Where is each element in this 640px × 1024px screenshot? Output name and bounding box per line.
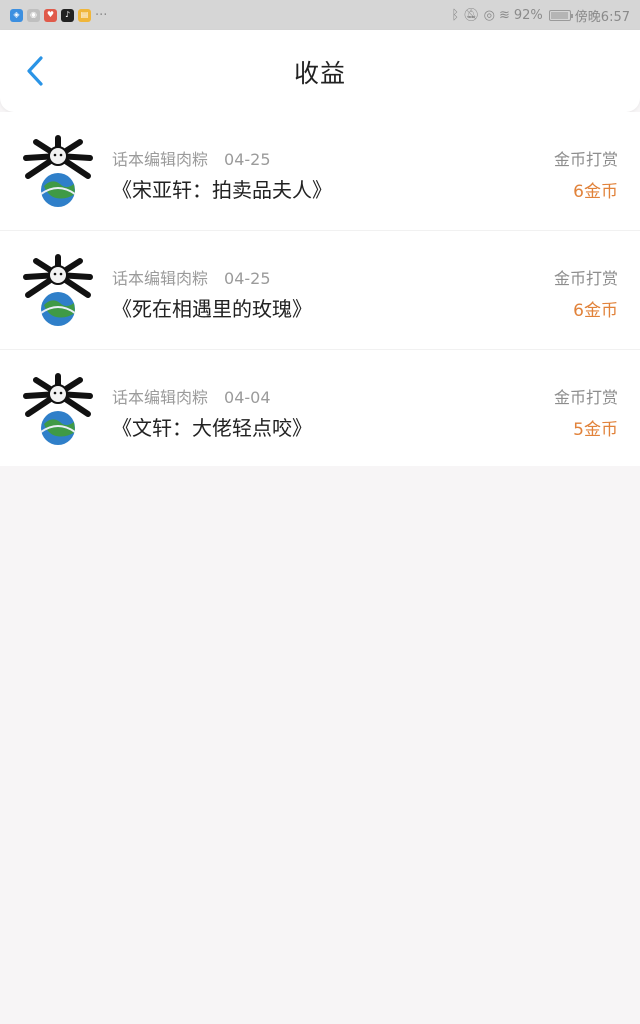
battery-percent: 92% — [513, 7, 543, 23]
book-title: 《宋亚轩：拍卖品夫人》 — [112, 178, 332, 202]
item-date: 04-04 — [224, 388, 271, 407]
earning-kind: 金币打赏 — [553, 269, 618, 288]
bluetooth-icon: ᛒ — [451, 7, 460, 23]
status-bar: ◈ ◉ ♥ ♪ ▤ ··· ᛒ 🔕︎ ◎ ≋ 92% 傍晚6:57 — [0, 0, 640, 30]
wifi-icon: ≋ — [498, 7, 510, 23]
avatar — [23, 373, 93, 445]
weibo-icon: ♥ — [44, 8, 57, 22]
avatar — [23, 135, 93, 207]
book-title: 《文轩：大佬轻点咬》 — [112, 416, 312, 440]
earning-amount: 6金币 — [573, 182, 618, 202]
avatar — [23, 254, 93, 326]
wechat-icon: ◉ — [27, 8, 40, 22]
earnings-list: 话本编辑肉粽 04-25 《宋亚轩：拍卖品夫人》 金币打赏 6金币 话本编辑肉粽 0… — [0, 112, 640, 466]
author-name: 话本编辑肉粽 — [112, 388, 209, 407]
files-icon: ▤ — [78, 8, 91, 22]
status-bar-left: ◈ ◉ ♥ ♪ ▤ ··· — [10, 8, 107, 23]
status-time: 傍晚6:57 — [574, 9, 630, 25]
list-item[interactable]: 话本编辑肉粽 04-25 《宋亚轩：拍卖品夫人》 金币打赏 6金币 — [0, 112, 640, 231]
earning-amount: 6金币 — [573, 301, 618, 321]
page-title: 收益 — [293, 59, 346, 88]
list-item[interactable]: 话本编辑肉粽 04-04 《文轩：大佬轻点咬》 金币打赏 5金币 — [0, 350, 640, 466]
tiktok-icon: ♪ — [61, 8, 74, 22]
security-app-icon: ◈ — [10, 8, 23, 22]
eye-care-icon: ◎ — [483, 7, 495, 23]
author-name: 话本编辑肉粽 — [112, 150, 209, 169]
author-name: 话本编辑肉粽 — [112, 269, 209, 288]
item-meta: 话本编辑肉粽 04-25 — [112, 265, 271, 289]
overflow-dots: ··· — [95, 7, 108, 23]
mute-icon: 🔕︎ — [463, 7, 480, 23]
earning-kind: 金币打赏 — [553, 388, 618, 407]
item-meta: 话本编辑肉粽 04-04 — [112, 384, 271, 408]
earning-amount: 5金币 — [573, 420, 618, 440]
battery-icon — [548, 9, 573, 21]
status-bar-right: ᛒ 🔕︎ ◎ ≋ 92% 傍晚6:57 — [451, 6, 630, 25]
list-item[interactable]: 话本编辑肉粽 04-25 《死在相遇里的玫瑰》 金币打赏 6金币 — [0, 231, 640, 350]
item-meta: 话本编辑肉粽 04-25 — [112, 146, 271, 170]
app-bar: 收益 — [0, 30, 640, 112]
item-date: 04-25 — [224, 150, 271, 169]
item-date: 04-25 — [224, 269, 271, 288]
book-title: 《死在相遇里的玫瑰》 — [112, 297, 312, 321]
earning-kind: 金币打赏 — [553, 150, 618, 169]
